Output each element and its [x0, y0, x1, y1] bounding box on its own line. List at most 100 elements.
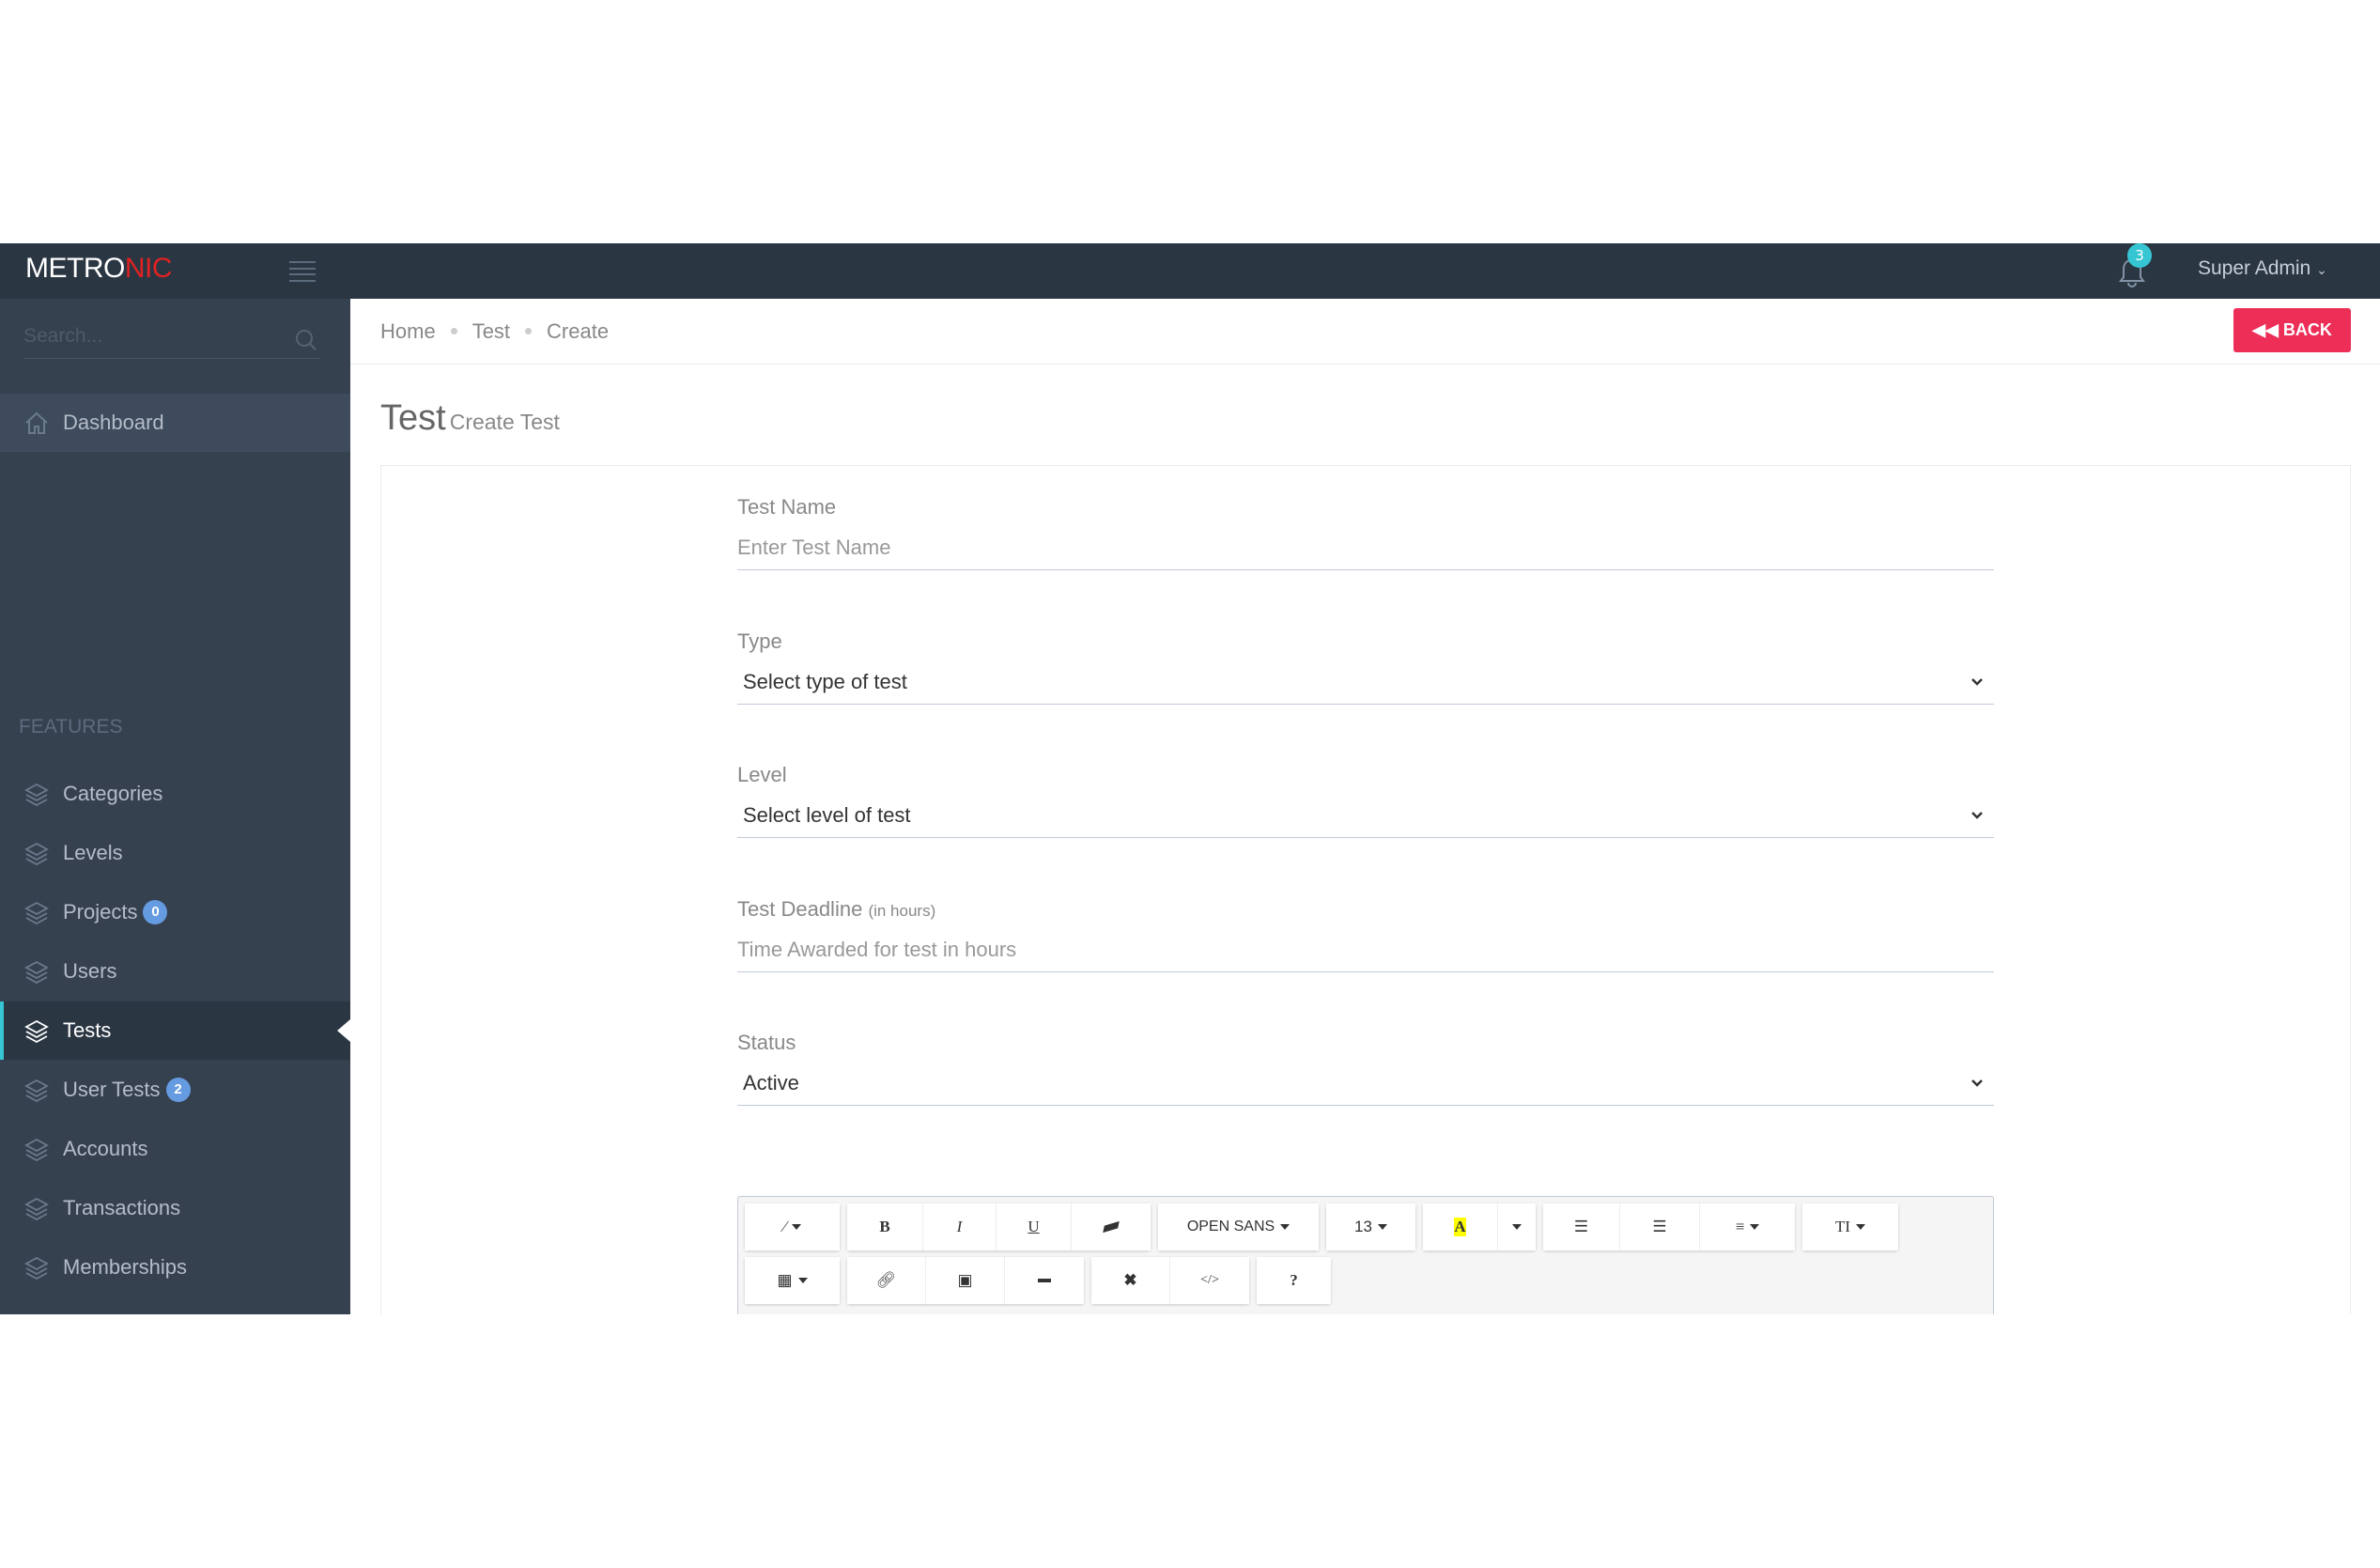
sidebar-search[interactable] — [23, 325, 319, 359]
chevron-down-icon — [1971, 812, 1983, 819]
sidebar-item-trainings[interactable]: Trainings — [0, 1297, 350, 1314]
sidebar-item-memberships[interactable]: Memberships — [0, 1238, 350, 1296]
sidebar-item-label: Accounts — [63, 1137, 148, 1160]
type-label: Type — [737, 629, 782, 653]
layers-icon — [24, 901, 49, 924]
count-badge: 2 — [165, 1078, 191, 1102]
breadcrumb-test[interactable]: Test — [472, 319, 510, 344]
layers-icon — [24, 783, 49, 806]
chevron-down-icon — [1971, 678, 1983, 686]
sidebar-item-label: Memberships — [63, 1255, 188, 1279]
type-select[interactable]: Select type of test — [737, 660, 1994, 705]
chevron-down-icon — [1971, 1079, 1983, 1087]
fullscreen-icon: ✖ — [1123, 1271, 1137, 1289]
underline-button[interactable]: U — [997, 1203, 1072, 1250]
menu-toggle-icon[interactable] — [289, 261, 316, 282]
form-panel — [380, 465, 2351, 1314]
sidebar-item-transactions[interactable]: Transactions — [0, 1179, 350, 1237]
text-color-button[interactable]: A — [1423, 1203, 1498, 1250]
link-icon: 🔗︎ — [875, 1271, 897, 1289]
back-button[interactable]: ◀◀ BACK — [2233, 308, 2351, 352]
sidebar-item-levels[interactable]: Levels — [0, 824, 350, 882]
layers-icon — [24, 960, 49, 984]
bold-button[interactable]: B — [847, 1203, 923, 1250]
app: METRONIC 3 Super Admin ⌄ Dashboard FEATU… — [0, 243, 2380, 1314]
deadline-input[interactable]: Time Awarded for test in hours — [737, 927, 1994, 972]
font-family-button[interactable]: OPEN SANS — [1158, 1203, 1319, 1250]
breadcrumb-create: Create — [547, 318, 610, 343]
search-icon[interactable] — [295, 329, 317, 351]
section-label: FEATURES — [19, 716, 123, 737]
notification-badge: 3 — [2127, 243, 2152, 268]
color-dropdown-button[interactable] — [1498, 1203, 1536, 1250]
sidebar-item-label: Tests — [63, 1018, 112, 1042]
layers-icon — [24, 1138, 49, 1161]
sidebar-item-label: Projects — [63, 900, 138, 924]
logo[interactable]: METRONIC — [25, 253, 173, 285]
toolbar-row-2: ▦ 🔗︎ ▣ ✖ </> ? — [745, 1257, 1331, 1304]
sidebar-item-accounts[interactable]: Accounts — [0, 1120, 350, 1178]
level-select[interactable]: Select level of test — [737, 793, 1994, 838]
sidebar-item-label: User Tests — [63, 1078, 161, 1101]
sidebar-item-label: Categories — [63, 782, 163, 805]
unordered-list-button[interactable]: ☰ — [1543, 1203, 1620, 1250]
code-view-button[interactable]: </> — [1170, 1257, 1249, 1304]
sidebar-item-projects[interactable]: Projects 0 — [0, 883, 350, 941]
link-button[interactable]: 🔗︎ — [847, 1257, 926, 1304]
deadline-field: Test Deadline (in hours) Time Awarded fo… — [737, 897, 1994, 972]
sidebar-item-label: Users — [63, 959, 117, 983]
layers-icon — [24, 1256, 49, 1280]
test-name-label: Test Name — [737, 495, 837, 519]
sidebar-item-label: Dashboard — [63, 411, 164, 434]
user-menu[interactable]: Super Admin ⌄ — [2198, 257, 2327, 280]
test-name-input[interactable]: Enter Test Name — [737, 525, 1994, 570]
count-badge: 0 — [143, 900, 168, 924]
list-ul-icon: ☰ — [1573, 1218, 1589, 1235]
layers-icon — [24, 1079, 49, 1102]
breadcrumb-home[interactable]: Home — [380, 319, 436, 344]
chevron-down-icon: ⌄ — [2316, 262, 2327, 277]
image-button[interactable]: ▣ — [926, 1257, 1005, 1304]
minus-icon — [1038, 1279, 1051, 1282]
sidebar-item-label: Levels — [63, 841, 123, 864]
layers-icon — [24, 1019, 49, 1043]
eraser-button[interactable] — [1072, 1203, 1151, 1250]
horizontal-rule-button[interactable] — [1005, 1257, 1084, 1304]
image-icon: ▣ — [957, 1271, 973, 1289]
toolbar-row-1: ∕ B I U OPEN SANS 13 A ☰ ☰ ≡ TI — [745, 1203, 1898, 1250]
sidebar-item-dashboard[interactable]: Dashboard — [0, 394, 350, 452]
code-icon: </> — [1200, 1273, 1219, 1287]
help-button[interactable]: ? — [1257, 1257, 1331, 1304]
sidebar-item-users[interactable]: Users — [0, 942, 350, 1001]
sidebar-item-tests[interactable]: Tests — [0, 1001, 350, 1060]
type-field: Type Select type of test — [737, 629, 1994, 705]
font-size-button[interactable]: 13 — [1326, 1203, 1415, 1250]
page-title: Test Create Test — [380, 398, 560, 438]
sidebar-item-categories[interactable]: Categories — [0, 765, 350, 823]
deadline-label: Test Deadline (in hours) — [737, 897, 936, 921]
italic-button[interactable]: I — [923, 1203, 997, 1250]
test-name-field: Test Name Enter Test Name — [737, 495, 1994, 570]
layers-icon — [24, 1197, 49, 1220]
level-label: Level — [737, 763, 787, 786]
sidebar-item-label: Transactions — [63, 1196, 181, 1219]
double-left-icon: ◀◀ — [2252, 320, 2279, 339]
rich-text-editor: ∕ B I U OPEN SANS 13 A ☰ ☰ ≡ TI ▦ � — [737, 1196, 1994, 1314]
list-ol-icon: ☰ — [1652, 1218, 1667, 1235]
status-select[interactable]: Active — [737, 1061, 1994, 1106]
eraser-icon — [1103, 1220, 1120, 1234]
table-button[interactable]: ▦ — [745, 1257, 840, 1304]
table-icon: ▦ — [777, 1271, 793, 1289]
magic-icon: ∕ — [783, 1218, 786, 1235]
ordered-list-button[interactable]: ☰ — [1620, 1203, 1700, 1250]
paragraph-align-button[interactable]: ≡ — [1700, 1203, 1795, 1250]
home-icon — [25, 411, 48, 434]
breadcrumb: Home Test Create — [350, 299, 2380, 365]
top-header: METRONIC 3 Super Admin ⌄ — [0, 243, 2380, 299]
search-input[interactable] — [23, 325, 277, 348]
sidebar-item-user-tests[interactable]: User Tests 2 — [0, 1061, 350, 1119]
style-button[interactable]: ∕ — [745, 1203, 840, 1250]
line-height-button[interactable]: TI — [1802, 1203, 1898, 1250]
fullscreen-button[interactable]: ✖ — [1091, 1257, 1170, 1304]
level-field: Level Select level of test — [737, 763, 1994, 838]
